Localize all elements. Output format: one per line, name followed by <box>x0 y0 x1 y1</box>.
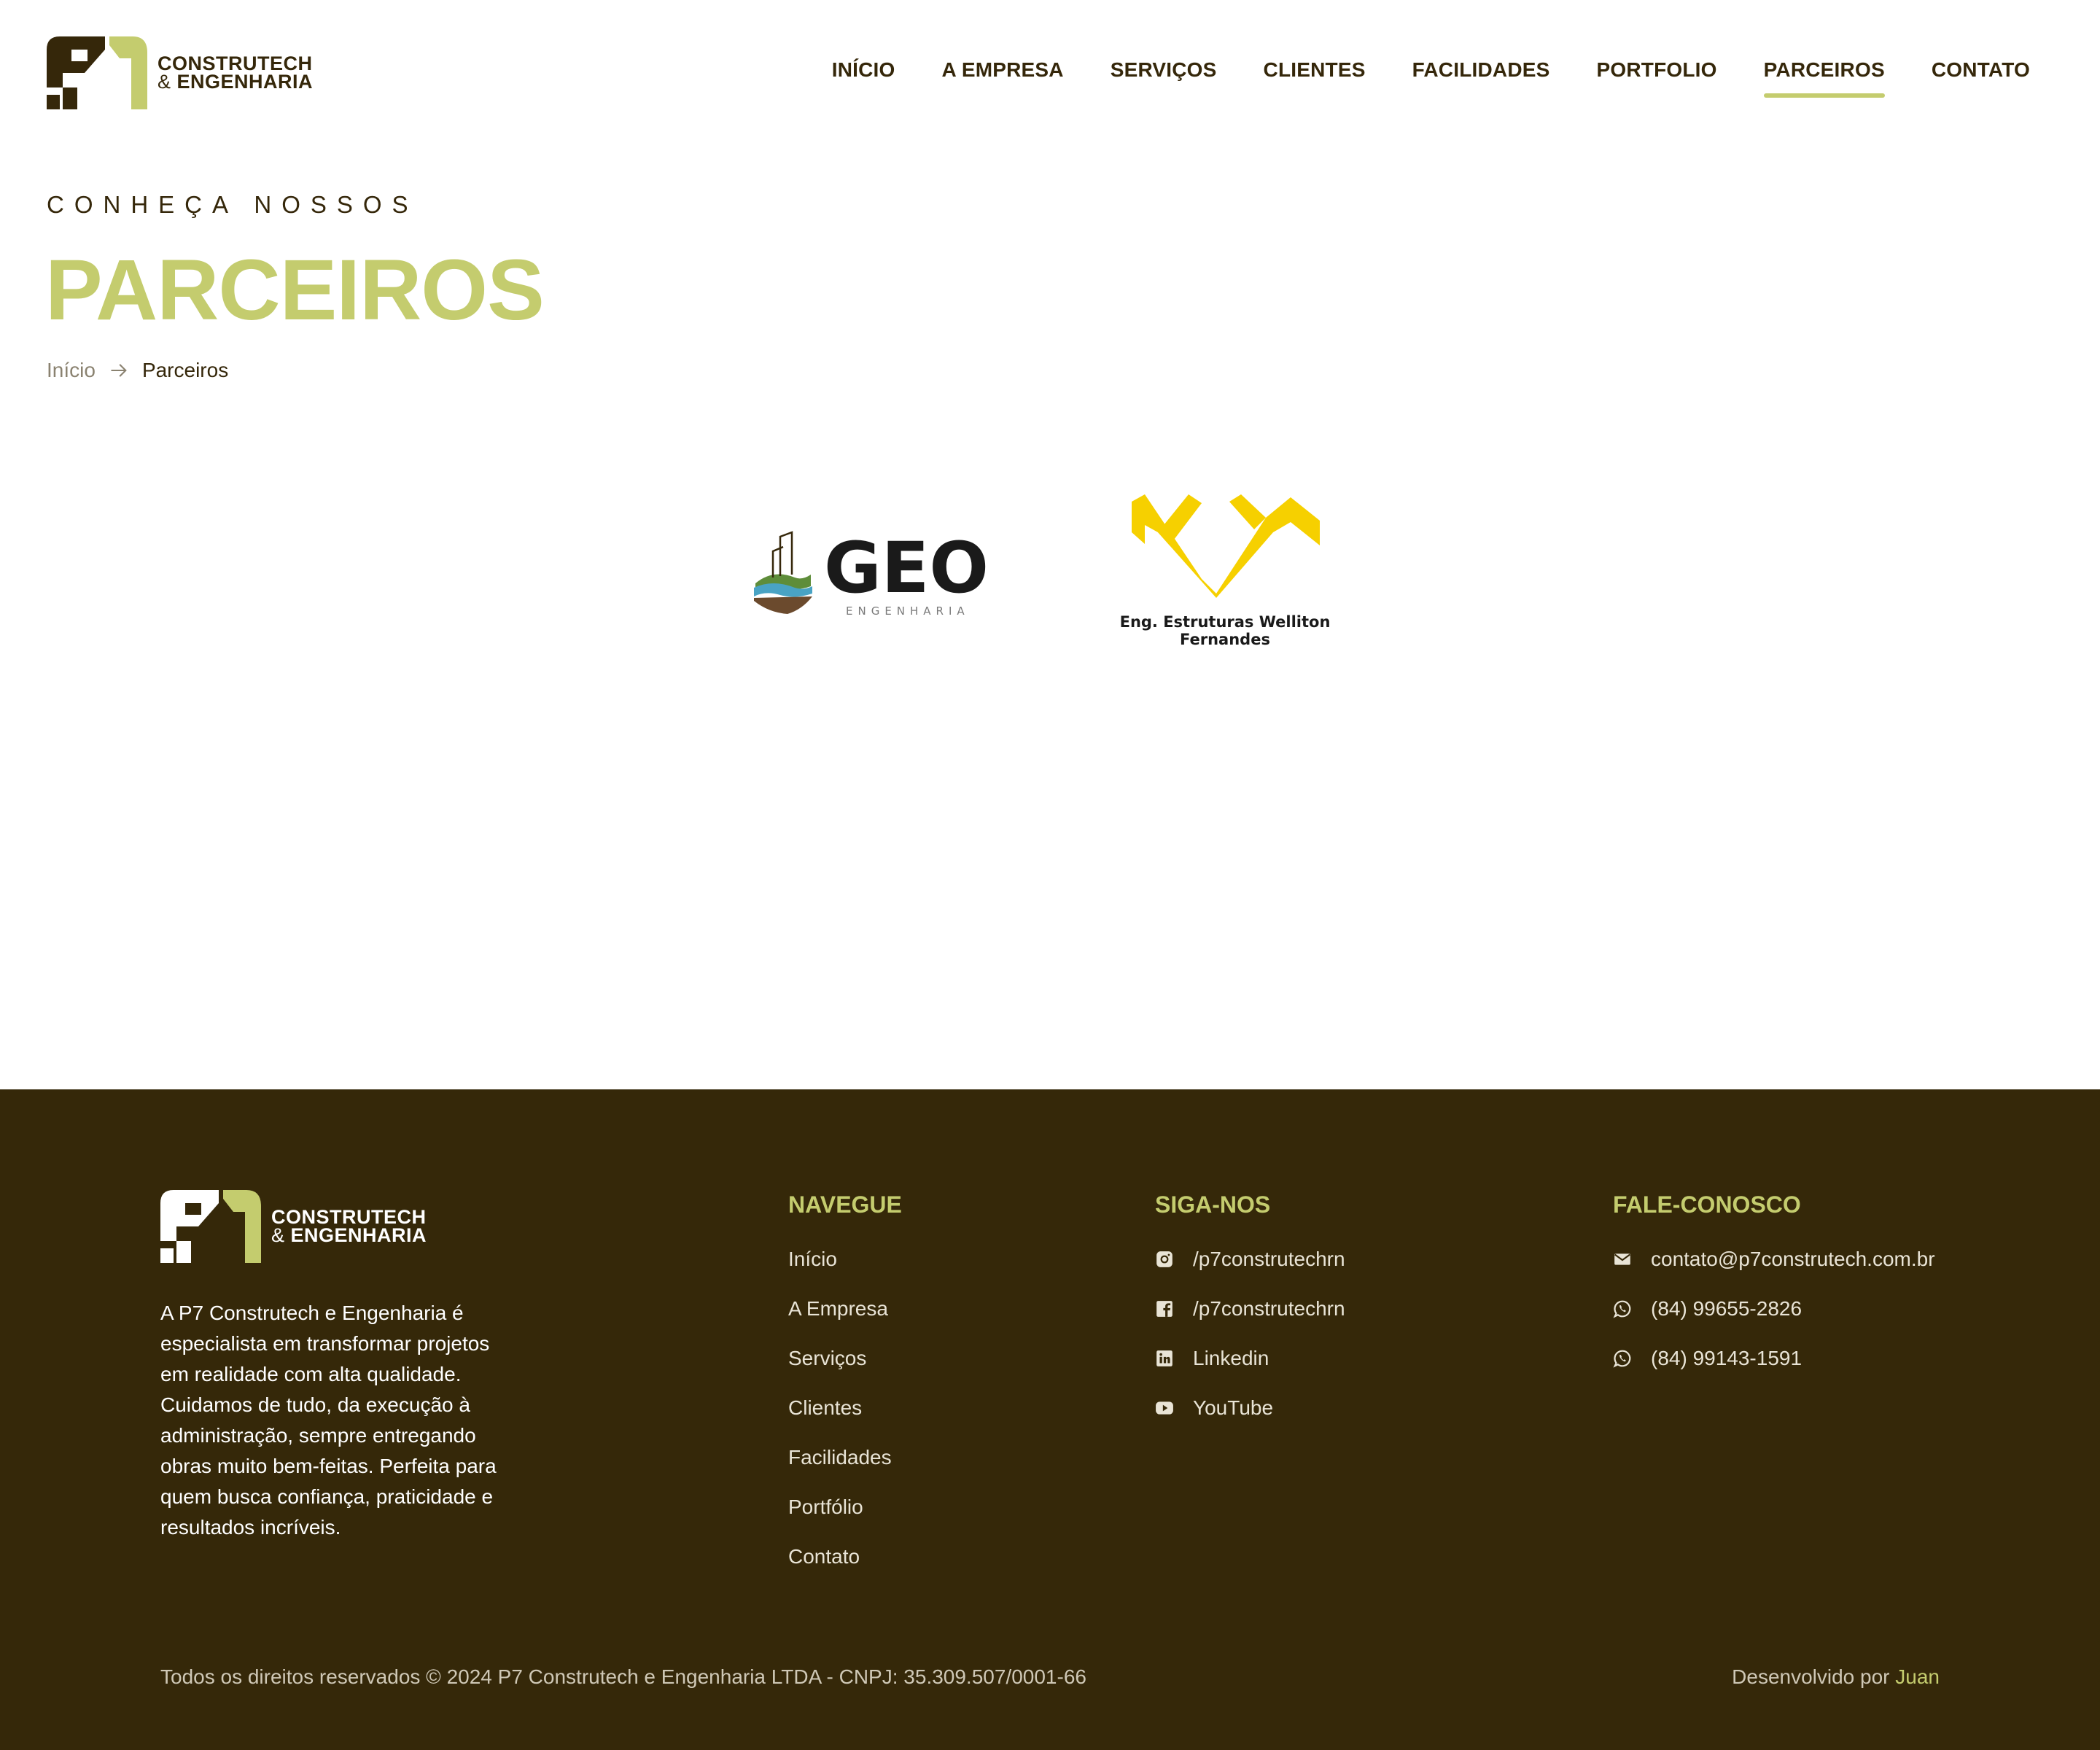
footer-link-contato[interactable]: Contato <box>788 1532 902 1582</box>
copyright: Todos os direitos reservados © 2024 P7 C… <box>160 1665 1086 1688</box>
logo-wordmark: CONSTRUTECH & ENGENHARIA <box>158 54 314 93</box>
p7-logo-icon <box>47 36 147 109</box>
nav-clientes[interactable]: CLIENTES <box>1264 58 1366 98</box>
site-header: CONSTRUTECH & ENGENHARIA INÍCIO A EMPRES… <box>0 0 2100 146</box>
footer-logo-amp: & <box>271 1224 285 1246</box>
nav-portfolio[interactable]: PORTFOLIO <box>1597 58 1717 98</box>
welliton-fernandes-logo[interactable]: Eng. Estruturas Welliton Fernandes <box>1079 489 1371 648</box>
email-label: contato@p7construtech.com.br <box>1651 1248 1935 1270</box>
breadcrumb-home[interactable]: Início <box>47 359 96 382</box>
main-nav: INÍCIO A EMPRESA SERVIÇOS CLIENTES FACIL… <box>785 58 2030 98</box>
breadcrumb: Início Parceiros <box>47 359 228 382</box>
footer-nav: NAVEGUE Início A Empresa Serviços Client… <box>788 1191 902 1582</box>
footer-nav-heading: NAVEGUE <box>788 1191 902 1218</box>
footer-social: SIGA-NOS /p7construtechrn /p7construtech… <box>1155 1191 1345 1433</box>
linkedin-icon <box>1156 1350 1172 1366</box>
whatsapp-icon <box>1613 1300 1631 1318</box>
partners-grid: GEO ENGENHARIA Eng. Estruturas Welliton … <box>751 489 1364 649</box>
breadcrumb-current: Parceiros <box>141 359 229 381</box>
nav-a-empresa[interactable]: A EMPRESA <box>942 58 1064 98</box>
footer-link-portfolio[interactable]: Portfólio <box>788 1482 902 1532</box>
nav-parceiros[interactable]: PARCEIROS <box>1763 58 1886 98</box>
dev-prefix: Desenvolvido por <box>1732 1665 1890 1688</box>
footer-contact: FALE-CONOSCO contato@p7construtech.com.b… <box>1613 1191 1935 1383</box>
youtube-link[interactable]: YouTube <box>1155 1383 1345 1433</box>
logo-line2: ENGENHARIA <box>176 71 314 93</box>
footer-about: A P7 Construtech e Engenharia é especial… <box>160 1302 497 1539</box>
p7-logo-icon <box>160 1190 261 1263</box>
footer-link-servicos[interactable]: Serviços <box>788 1334 902 1383</box>
site-logo[interactable]: CONSTRUTECH & ENGENHARIA <box>47 36 313 109</box>
facebook-link[interactable]: /p7construtechrn <box>1155 1284 1345 1334</box>
footer-link-clientes[interactable]: Clientes <box>788 1383 902 1433</box>
footer-logo-line2: ENGENHARIA <box>290 1224 427 1246</box>
nav-inicio[interactable]: INÍCIO <box>832 58 895 98</box>
phone-label-2: (84) 99143-1591 <box>1651 1347 1802 1369</box>
dev-link[interactable]: Juan <box>1895 1665 1940 1688</box>
hero-kicker: CONHEÇA NOSSOS <box>47 191 419 218</box>
geo-logo-word: GEO <box>824 527 989 609</box>
instagram-icon <box>1156 1251 1172 1267</box>
nav-servicos[interactable]: SERVIÇOS <box>1111 58 1217 98</box>
site-footer: CONSTRUTECH & ENGENHARIA A P7 Construtec… <box>0 1089 2100 1750</box>
instagram-label: /p7construtechrn <box>1193 1248 1345 1270</box>
whatsapp-icon <box>1613 1350 1631 1368</box>
youtube-icon <box>1156 1401 1173 1415</box>
facebook-icon <box>1156 1301 1172 1317</box>
developer-credit: Desenvolvido por Juan <box>1732 1665 1940 1689</box>
instagram-link[interactable]: /p7construtechrn <box>1155 1234 1345 1284</box>
nav-facilidades[interactable]: FACILIDADES <box>1412 58 1550 98</box>
geo-engenharia-logo[interactable]: GEO ENGENHARIA <box>751 510 1014 620</box>
nav-contato[interactable]: CONTATO <box>1932 58 2030 98</box>
welliton-caption: Eng. Estruturas Welliton Fernandes <box>1119 613 1331 648</box>
footer-logo-wordmark: CONSTRUTECH & ENGENHARIA <box>271 1208 427 1245</box>
footer-link-empresa[interactable]: A Empresa <box>788 1284 902 1334</box>
youtube-label: YouTube <box>1193 1396 1274 1419</box>
footer-contact-heading: FALE-CONOSCO <box>1613 1191 1801 1218</box>
phone-link-1[interactable]: (84) 99655-2826 <box>1613 1284 1935 1334</box>
phone-label-1: (84) 99655-2826 <box>1651 1297 1802 1320</box>
mail-icon <box>1614 1253 1630 1265</box>
footer-social-heading: SIGA-NOS <box>1155 1191 1271 1218</box>
email-link[interactable]: contato@p7construtech.com.br <box>1613 1234 1935 1284</box>
linkedin-label: Linkedin <box>1193 1347 1269 1369</box>
footer-link-facilidades[interactable]: Facilidades <box>788 1433 902 1482</box>
page-title: PARCEIROS <box>45 242 545 338</box>
footer-link-inicio[interactable]: Início <box>788 1234 902 1284</box>
linkedin-link[interactable]: Linkedin <box>1155 1334 1345 1383</box>
phone-link-2[interactable]: (84) 99143-1591 <box>1613 1334 1935 1383</box>
arrow-right-icon <box>111 364 127 377</box>
welliton-mark-icon <box>1132 494 1320 598</box>
footer-logo[interactable]: CONSTRUTECH & ENGENHARIA <box>160 1190 427 1263</box>
facebook-label: /p7construtechrn <box>1193 1297 1345 1320</box>
logo-amp: & <box>158 71 171 93</box>
geo-logo-sub: ENGENHARIA <box>846 604 970 618</box>
